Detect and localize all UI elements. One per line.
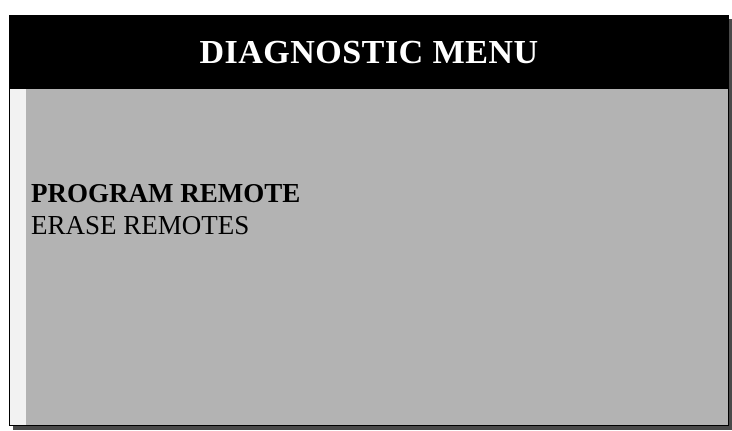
left-edge-strip [10, 89, 26, 425]
diagnostic-screen: DIAGNOSTIC MENU PROGRAM REMOTE ERASE REM… [9, 15, 729, 426]
title-bar: DIAGNOSTIC MENU [10, 16, 728, 89]
menu-item-erase-remotes[interactable]: ERASE REMOTES [31, 209, 300, 241]
diagnostic-menu-list: PROGRAM REMOTE ERASE REMOTES [31, 177, 300, 241]
page-title: DIAGNOSTIC MENU [199, 33, 539, 71]
menu-item-program-remote[interactable]: PROGRAM REMOTE [31, 177, 300, 209]
